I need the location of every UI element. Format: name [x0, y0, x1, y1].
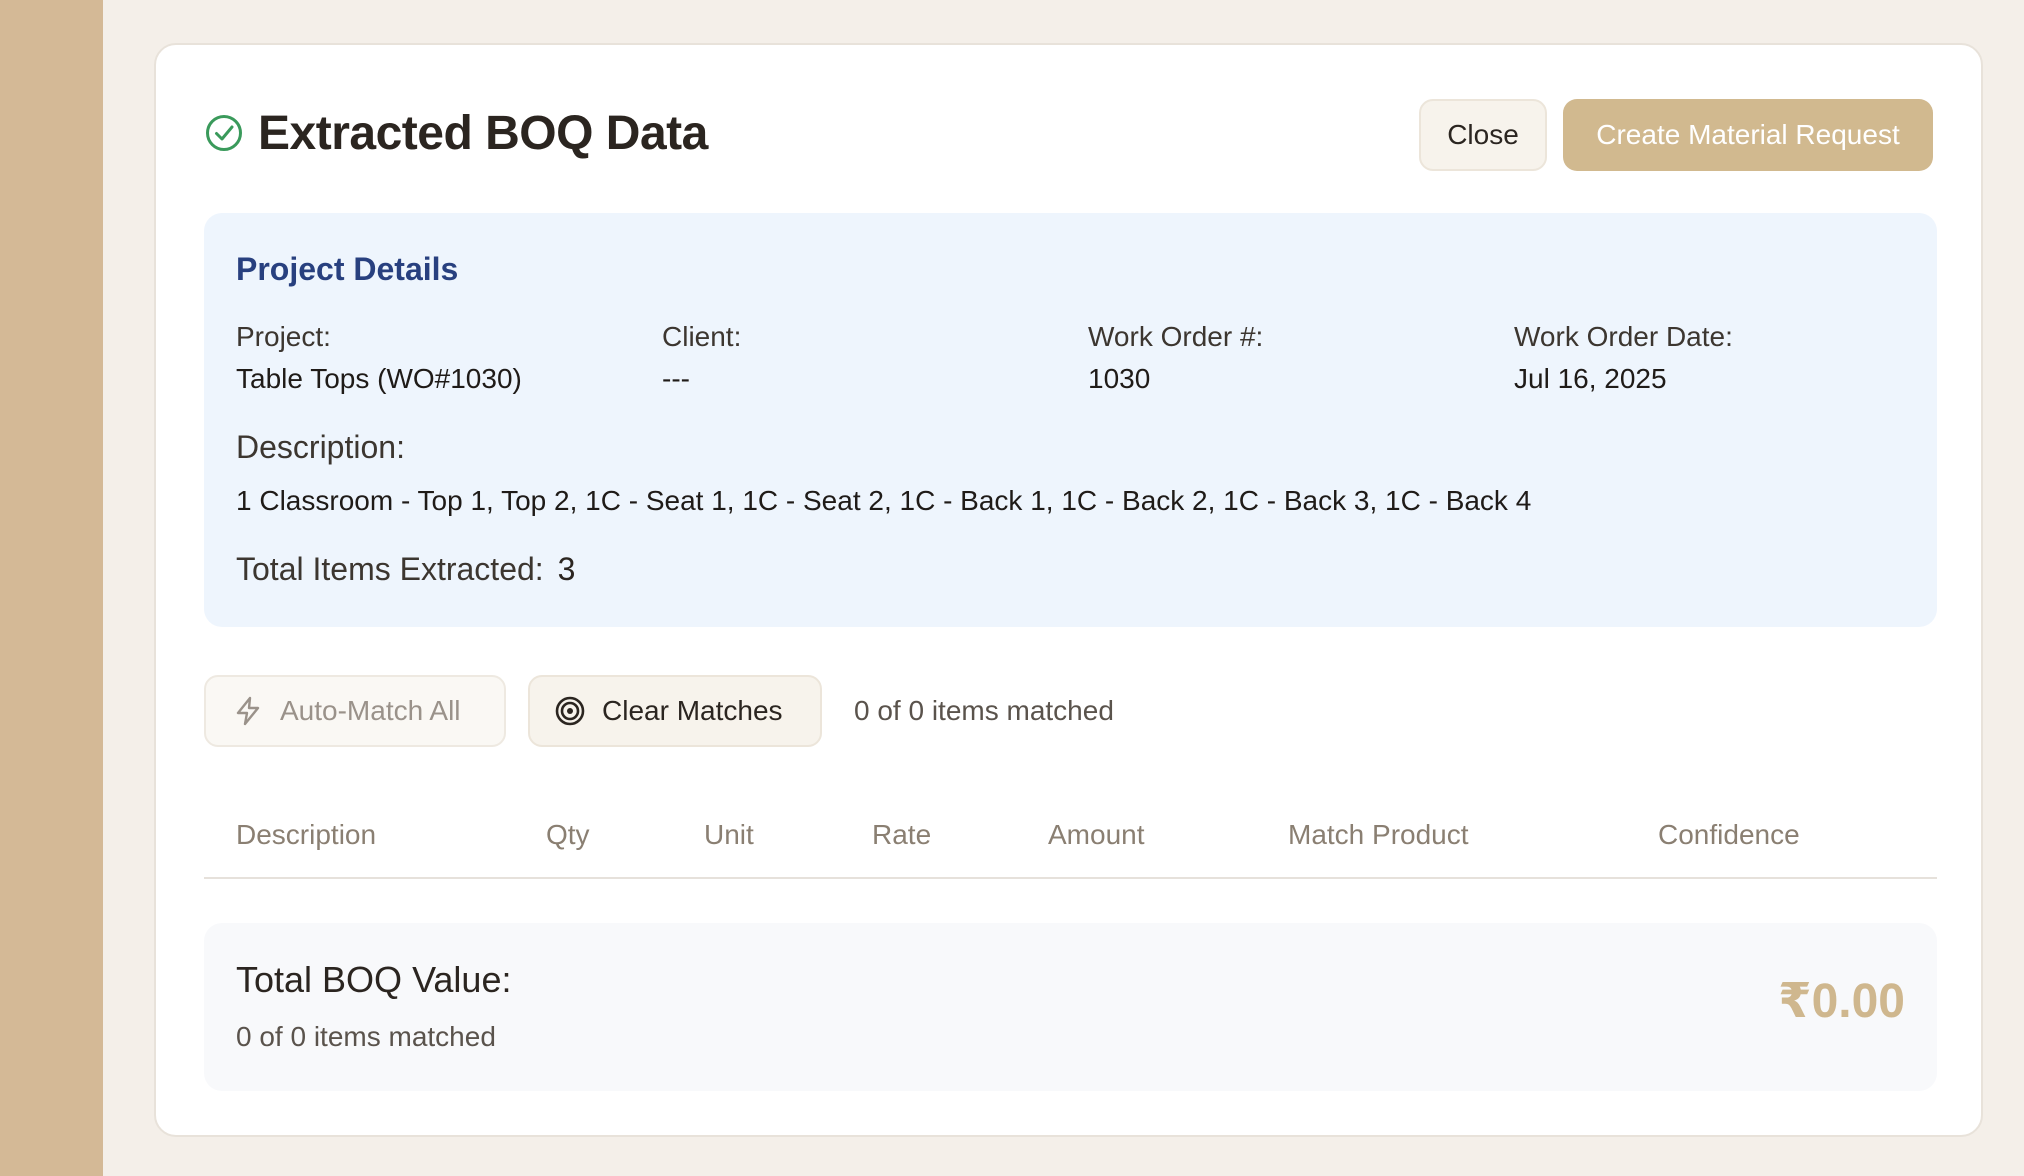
work-order-date-label: Work Order Date:: [1514, 321, 1733, 352]
total-items-label: Total Items Extracted:: [236, 551, 544, 587]
client-field: Client: ---: [662, 321, 1082, 395]
target-icon: [554, 695, 586, 727]
column-match-product: Match Product: [1288, 819, 1469, 850]
boq-table-header: Description Qty Unit Rate Amount Match P…: [204, 805, 1937, 879]
summary-match-status: 0 of 0 items matched: [236, 1021, 496, 1052]
description-label: Description:: [236, 429, 405, 465]
match-actions: Auto-Match All Clear Matches 0 of 0 item…: [204, 675, 1937, 747]
client-label: Client:: [662, 321, 742, 352]
work-order-number-field: Work Order #: 1030: [1088, 321, 1508, 395]
auto-match-all-button[interactable]: Auto-Match All: [204, 675, 506, 747]
column-qty: Qty: [546, 819, 590, 850]
work-order-date-value: Jul 16, 2025: [1514, 363, 1667, 394]
check-circle-icon: [204, 113, 244, 153]
total-boq-value: ₹0.00: [1778, 975, 1905, 1028]
create-material-request-button[interactable]: Create Material Request: [1563, 99, 1933, 171]
dialog-title: Extracted BOQ Data: [258, 106, 708, 160]
lightning-icon: [232, 695, 264, 727]
auto-match-all-label: Auto-Match All: [280, 695, 461, 726]
boq-summary: Total BOQ Value: 0 of 0 items matched ₹0…: [204, 923, 1937, 1091]
column-unit: Unit: [704, 819, 754, 850]
project-label: Project:: [236, 321, 331, 352]
project-details-panel: Project Details Project: Table Tops (WO#…: [204, 213, 1937, 627]
project-details-heading: Project Details: [236, 251, 459, 287]
column-description: Description: [236, 819, 377, 850]
sidebar: [0, 0, 103, 1176]
project-field: Project: Table Tops (WO#1030): [236, 321, 656, 395]
clear-matches-button[interactable]: Clear Matches: [528, 675, 822, 747]
client-value: ---: [662, 363, 690, 394]
column-rate: Rate: [872, 819, 932, 850]
project-value: Table Tops (WO#1030): [236, 363, 522, 394]
work-order-number-value: 1030: [1088, 363, 1151, 394]
dialog-header: Extracted BOQ Data Close Create Material…: [204, 93, 1933, 173]
work-order-number-label: Work Order #:: [1088, 321, 1264, 352]
close-button[interactable]: Close: [1419, 99, 1547, 171]
total-items-count: 3: [557, 551, 576, 587]
description-value: 1 Classroom - Top 1, Top 2, 1C - Seat 1,…: [236, 485, 1532, 516]
column-amount: Amount: [1048, 819, 1145, 850]
match-status-text: 0 of 0 items matched: [854, 695, 1114, 726]
total-boq-value-label: Total BOQ Value:: [236, 959, 512, 1000]
title-wrap: Extracted BOQ Data: [204, 93, 708, 173]
total-items-extracted: Total Items Extracted: 3: [236, 551, 575, 588]
column-confidence: Confidence: [1658, 819, 1800, 850]
boq-dialog: Extracted BOQ Data Close Create Material…: [154, 43, 1983, 1137]
work-order-date-field: Work Order Date: Jul 16, 2025: [1514, 321, 1934, 395]
clear-matches-label: Clear Matches: [602, 695, 783, 726]
